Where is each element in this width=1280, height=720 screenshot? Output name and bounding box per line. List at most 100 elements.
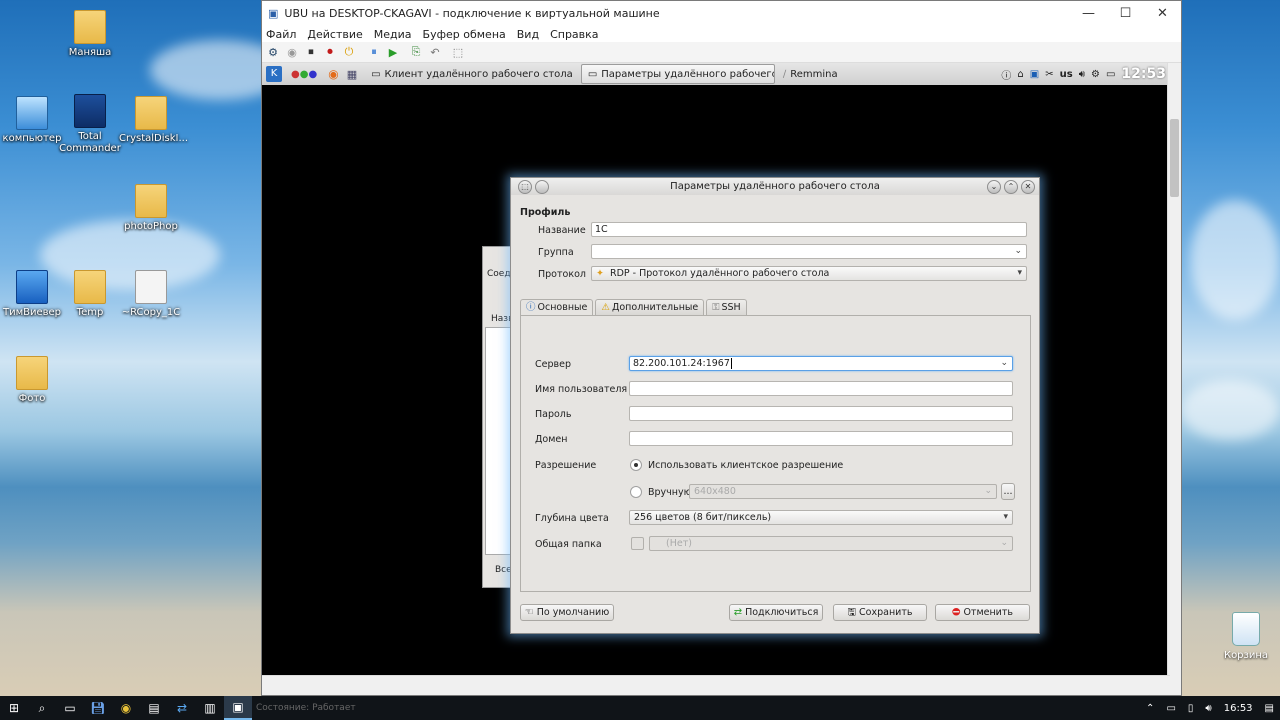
cancel-button[interactable]: ⛔︎ Отменить [935, 604, 1030, 621]
volume-icon[interactable]: 🔊︎ [1079, 69, 1085, 80]
horizontal-scrollbar[interactable] [262, 675, 1170, 689]
desktop-icon-computer[interactable]: компьютер [0, 96, 64, 145]
server-input[interactable]: 82.200.101.24:1967 ⌄ [629, 356, 1013, 371]
pin-icon[interactable] [535, 180, 549, 194]
password-input[interactable] [629, 406, 1013, 421]
minimize-icon[interactable]: ⌄ [987, 180, 1001, 194]
update-icon[interactable]: ▣ [1030, 69, 1039, 80]
volume-icon[interactable]: 🔊︎ [1205, 703, 1211, 714]
resolution-manual-label[interactable]: Вручную [648, 487, 692, 498]
task-remote-client[interactable]: ▭ Клиент удалённого рабочего стола [365, 65, 579, 83]
recycle-bin[interactable]: Корзина [1218, 612, 1274, 661]
menu-file[interactable]: Файл [266, 28, 296, 41]
menu-view[interactable]: Вид [517, 28, 539, 41]
resolution-client-radio[interactable] [630, 459, 642, 471]
tab-ssh[interactable]: ⚿ SSH [706, 299, 747, 316]
scroll-thumb[interactable] [1170, 119, 1179, 197]
desktop-icon-photo[interactable]: Фото [0, 356, 64, 405]
total-commander-taskbar-icon[interactable]: 💾︎ [84, 696, 112, 720]
task-remmina[interactable]: ∕ Remmina [777, 65, 844, 83]
group-combo[interactable]: ⌄ [591, 244, 1027, 259]
shared-folder-checkbox[interactable] [631, 537, 644, 550]
menu-clipboard[interactable]: Буфер обмена [423, 28, 506, 41]
shutdown-icon[interactable]: ⏺ [322, 44, 338, 60]
chevron-down-icon[interactable]: ▾ [1003, 511, 1008, 524]
turn-off-icon[interactable]: ⏹ [303, 44, 319, 60]
settings-icon[interactable]: ⚙ [1091, 69, 1100, 80]
power-icon[interactable]: ⏻ [341, 44, 357, 60]
enhanced-session-icon[interactable]: ⬚ [450, 44, 466, 60]
maximize-icon[interactable]: ⌃ [1004, 180, 1018, 194]
battery-icon[interactable]: ▯ [1188, 703, 1194, 714]
resolution-manual-combo[interactable]: 640x480 ⌄ [689, 484, 997, 499]
taskbar-clock[interactable]: 16:53 [1224, 703, 1253, 714]
connect-button[interactable]: ⇄ Подключиться [729, 604, 823, 621]
vm-title-bar[interactable]: ▣ UBU на DESKTOP-CKAGAVI - подключение к… [262, 1, 1181, 26]
desktop-icon-label: компьютер [2, 133, 62, 144]
task-remote-settings[interactable]: ▭ Параметры удалённого рабочего ст [580, 64, 775, 84]
maximize-button[interactable]: ☐ [1107, 1, 1144, 26]
desktop-icon-crystaldisk[interactable]: CrystalDiskI... [119, 96, 188, 145]
info-icon[interactable]: ⓘ [1001, 67, 1011, 82]
notifications-icon[interactable]: ▤ [1265, 703, 1274, 714]
network-icon[interactable]: ⌂ [1017, 69, 1023, 80]
resolution-client-label[interactable]: Использовать клиентское разрешение [648, 460, 843, 471]
task-view-icon[interactable]: ▭ [56, 696, 84, 720]
remote-desktop-icon[interactable]: ▤ [140, 696, 168, 720]
close-icon[interactable]: ✕ [1021, 180, 1035, 194]
firefox-icon[interactable]: ◉ [328, 67, 338, 81]
ctrl-alt-del-icon[interactable]: ⚙ [265, 44, 281, 60]
desktop-icon-photophop[interactable]: photoPhop [119, 184, 183, 233]
hyperv-manager-icon[interactable]: ▥ [196, 696, 224, 720]
revert-icon[interactable]: ↶ [427, 44, 443, 60]
name-input[interactable]: 1С [591, 222, 1027, 237]
guest-clock[interactable]: 12:53 [1121, 66, 1166, 82]
resolution-more-button[interactable]: ... [1001, 483, 1015, 500]
chevron-up-icon[interactable]: ⌃ [1146, 703, 1154, 714]
minimize-button[interactable]: — [1070, 1, 1107, 26]
display-icon[interactable]: ▭ [1106, 69, 1115, 80]
start-icon[interactable]: ◉ [284, 44, 300, 60]
menu-media[interactable]: Медиа [374, 28, 412, 41]
color-depth-combo[interactable]: 256 цветов (8 бит/пиксель) ▾ [629, 510, 1013, 525]
keyboard-layout[interactable]: us [1060, 69, 1073, 80]
menu-action[interactable]: Действие [307, 28, 362, 41]
resolution-manual-value: 640x480 [694, 486, 736, 497]
protocol-combo[interactable]: ✦ RDP - Протокол удалённого рабочего сто… [591, 266, 1027, 281]
desktop-icon-manyasha[interactable]: Маняша [58, 10, 122, 59]
chevron-down-icon[interactable]: ⌄ [1000, 357, 1008, 370]
desktop-icon-total-commander[interactable]: Total Commander [58, 94, 122, 155]
username-input[interactable] [629, 381, 1013, 396]
shared-folder-combo[interactable]: (Нет) ⌄ [649, 536, 1013, 551]
desktop-icon-temp[interactable]: Temp [58, 270, 122, 319]
vm-connection-taskbar-icon[interactable]: ▣ [224, 696, 252, 720]
desktop-icon-label: ТимВиевер [2, 307, 62, 318]
pause-icon[interactable]: ⏸ [366, 44, 382, 60]
dots-icon[interactable]: ●●● [291, 69, 317, 80]
teamviewer-taskbar-icon[interactable]: ⇄ [168, 696, 196, 720]
start-button[interactable]: ⊞ [0, 696, 28, 720]
resolution-manual-radio[interactable] [630, 486, 642, 498]
vertical-scrollbar[interactable] [1167, 63, 1181, 678]
default-button[interactable]: ☜ По умолчанию [520, 604, 614, 621]
dialog-title-bar[interactable]: ⬚ Параметры удалённого рабочего стола ⌄ … [511, 178, 1039, 195]
domain-input[interactable] [629, 431, 1013, 446]
network-icon[interactable]: ▭ [1166, 703, 1175, 714]
close-button[interactable]: ✕ [1144, 1, 1181, 26]
window-menu-icon[interactable]: ⬚ [518, 180, 532, 194]
chrome-icon[interactable]: ◉ [112, 696, 140, 720]
chevron-down-icon[interactable]: ▾ [1017, 267, 1022, 280]
menu-help[interactable]: Справка [550, 28, 598, 41]
tab-advanced[interactable]: ⚠ Дополнительные [595, 299, 705, 316]
kde-menu-icon[interactable]: K [266, 66, 282, 82]
calendar-icon[interactable]: ▦ [347, 68, 357, 81]
desktop-icon-teamviewer[interactable]: ТимВиевер [0, 270, 64, 319]
tab-basic[interactable]: ⓘ Основные [520, 299, 594, 316]
desktop-icon-rcopy[interactable]: ~RCopy_1C [119, 270, 183, 319]
search-icon[interactable]: ⌕ [28, 696, 56, 720]
resume-icon[interactable]: ▶ [385, 44, 401, 60]
checkpoint-icon[interactable]: ⎘ [408, 44, 424, 60]
scissors-icon[interactable]: ✂ [1045, 69, 1053, 80]
chevron-down-icon[interactable]: ⌄ [1014, 245, 1022, 258]
save-button[interactable]: 🖫︎ Сохранить [833, 604, 927, 621]
